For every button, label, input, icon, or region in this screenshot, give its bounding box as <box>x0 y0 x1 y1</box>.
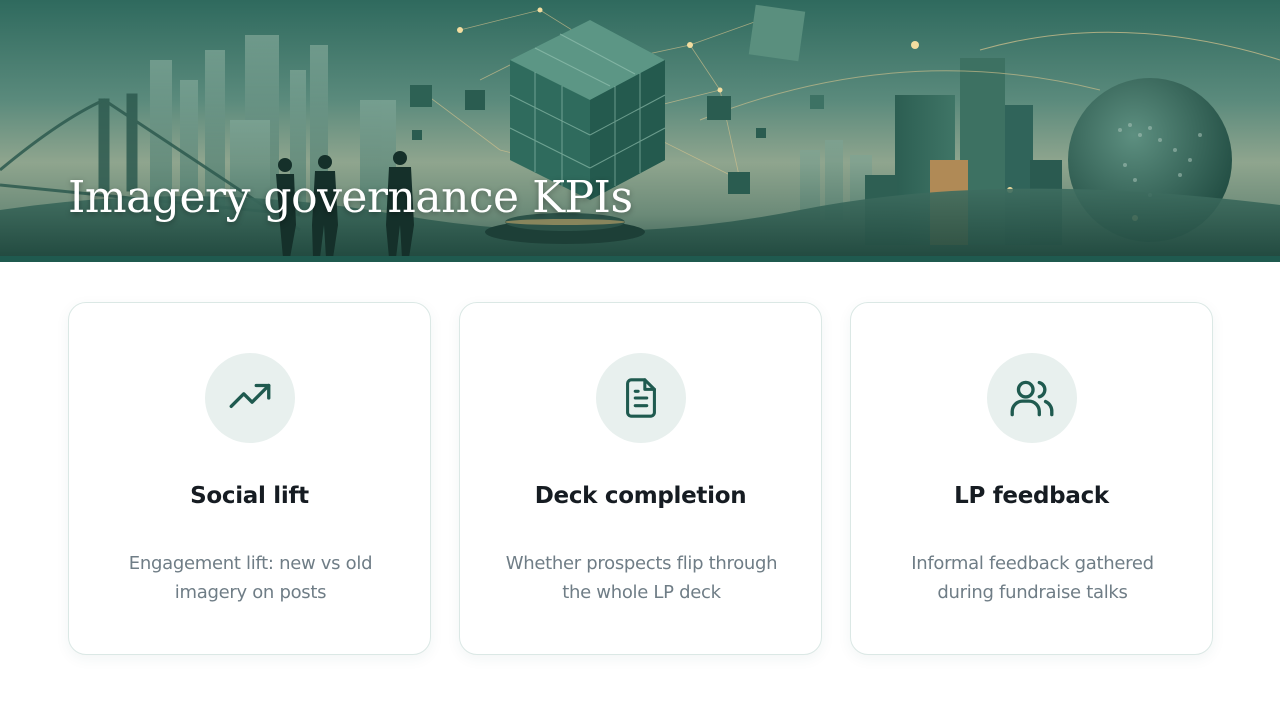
page-title: Imagery governance KPIs <box>68 172 633 223</box>
card-title: Deck completion <box>534 483 747 509</box>
trending-up-icon <box>229 383 271 408</box>
kpi-card-lp-feedback: LP feedback Informal feedback gathered d… <box>850 302 1213 655</box>
card-title: LP feedback <box>954 483 1109 509</box>
slide: Imagery governance KPIs Social lift Enga… <box>0 0 1280 720</box>
kpi-card-deck-completion: Deck completion Whether prospects flip t… <box>459 302 822 655</box>
icon-badge <box>205 353 295 443</box>
card-title: Social lift <box>190 483 309 509</box>
icon-badge <box>987 353 1077 443</box>
users-icon <box>1010 380 1054 417</box>
kpi-card-social-lift: Social lift Engagement lift: new vs old … <box>68 302 431 655</box>
card-description: Engagement lift: new vs old imagery on p… <box>128 553 373 603</box>
icon-badge <box>596 353 686 443</box>
hero-banner: Imagery governance KPIs <box>0 0 1280 262</box>
card-description: Whether prospects flip through the whole… <box>505 553 778 603</box>
document-icon <box>626 378 656 418</box>
banner-accent-stripe <box>0 256 1280 262</box>
card-description: Informal feedback gathered during fundra… <box>911 553 1154 603</box>
